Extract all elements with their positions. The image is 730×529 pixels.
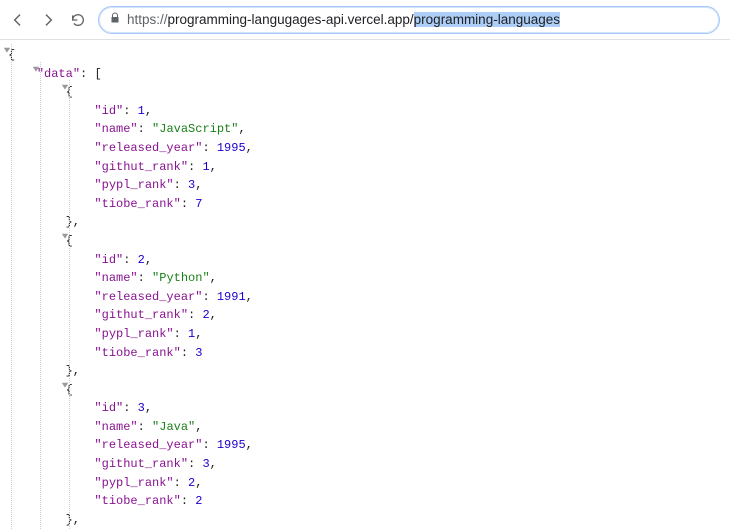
json-field: "tiobe_rank": 3	[8, 344, 730, 363]
address-bar[interactable]: https://programming-langugages-api.verce…	[98, 6, 720, 34]
json-field: "id": 1,	[8, 102, 730, 121]
json-object-close: },	[8, 362, 730, 381]
indent-guide	[11, 44, 12, 529]
json-field: "name": "JavaScript",	[8, 120, 730, 139]
json-field: "released_year": 1991,	[8, 288, 730, 307]
reload-button[interactable]	[68, 10, 88, 30]
json-object-open: {	[8, 83, 730, 102]
json-field: "tiobe_rank": 2	[8, 492, 730, 511]
json-field: "released_year": 1995,	[8, 436, 730, 455]
json-object-close: },	[8, 213, 730, 232]
url-text: https://programming-langugages-api.verce…	[127, 12, 709, 27]
json-viewer: { "data": [ { "id": 1, "name": "JavaScri…	[0, 40, 730, 529]
json-field: "name": "Python",	[8, 269, 730, 288]
indent-guide	[69, 80, 70, 529]
json-field: "id": 2,	[8, 251, 730, 270]
json-field: "tiobe_rank": 7	[8, 195, 730, 214]
indent-guide	[40, 62, 41, 529]
json-field: "pypl_rank": 2,	[8, 474, 730, 493]
json-field: "githut_rank": 3,	[8, 455, 730, 474]
lock-icon	[109, 12, 121, 27]
json-field: "pypl_rank": 1,	[8, 325, 730, 344]
json-data-key: "data": [	[8, 65, 730, 84]
json-object-close: },	[8, 511, 730, 529]
back-button[interactable]	[8, 10, 28, 30]
forward-button[interactable]	[38, 10, 58, 30]
json-object-open: {	[8, 232, 730, 251]
browser-toolbar: https://programming-langugages-api.verce…	[0, 0, 730, 40]
json-field: "pypl_rank": 3,	[8, 176, 730, 195]
json-field: "released_year": 1995,	[8, 139, 730, 158]
json-field: "githut_rank": 1,	[8, 158, 730, 177]
json-object-open: {	[8, 381, 730, 400]
json-field: "id": 3,	[8, 399, 730, 418]
json-root-brace: {	[8, 46, 730, 65]
json-field: "name": "Java",	[8, 418, 730, 437]
json-field: "githut_rank": 2,	[8, 306, 730, 325]
